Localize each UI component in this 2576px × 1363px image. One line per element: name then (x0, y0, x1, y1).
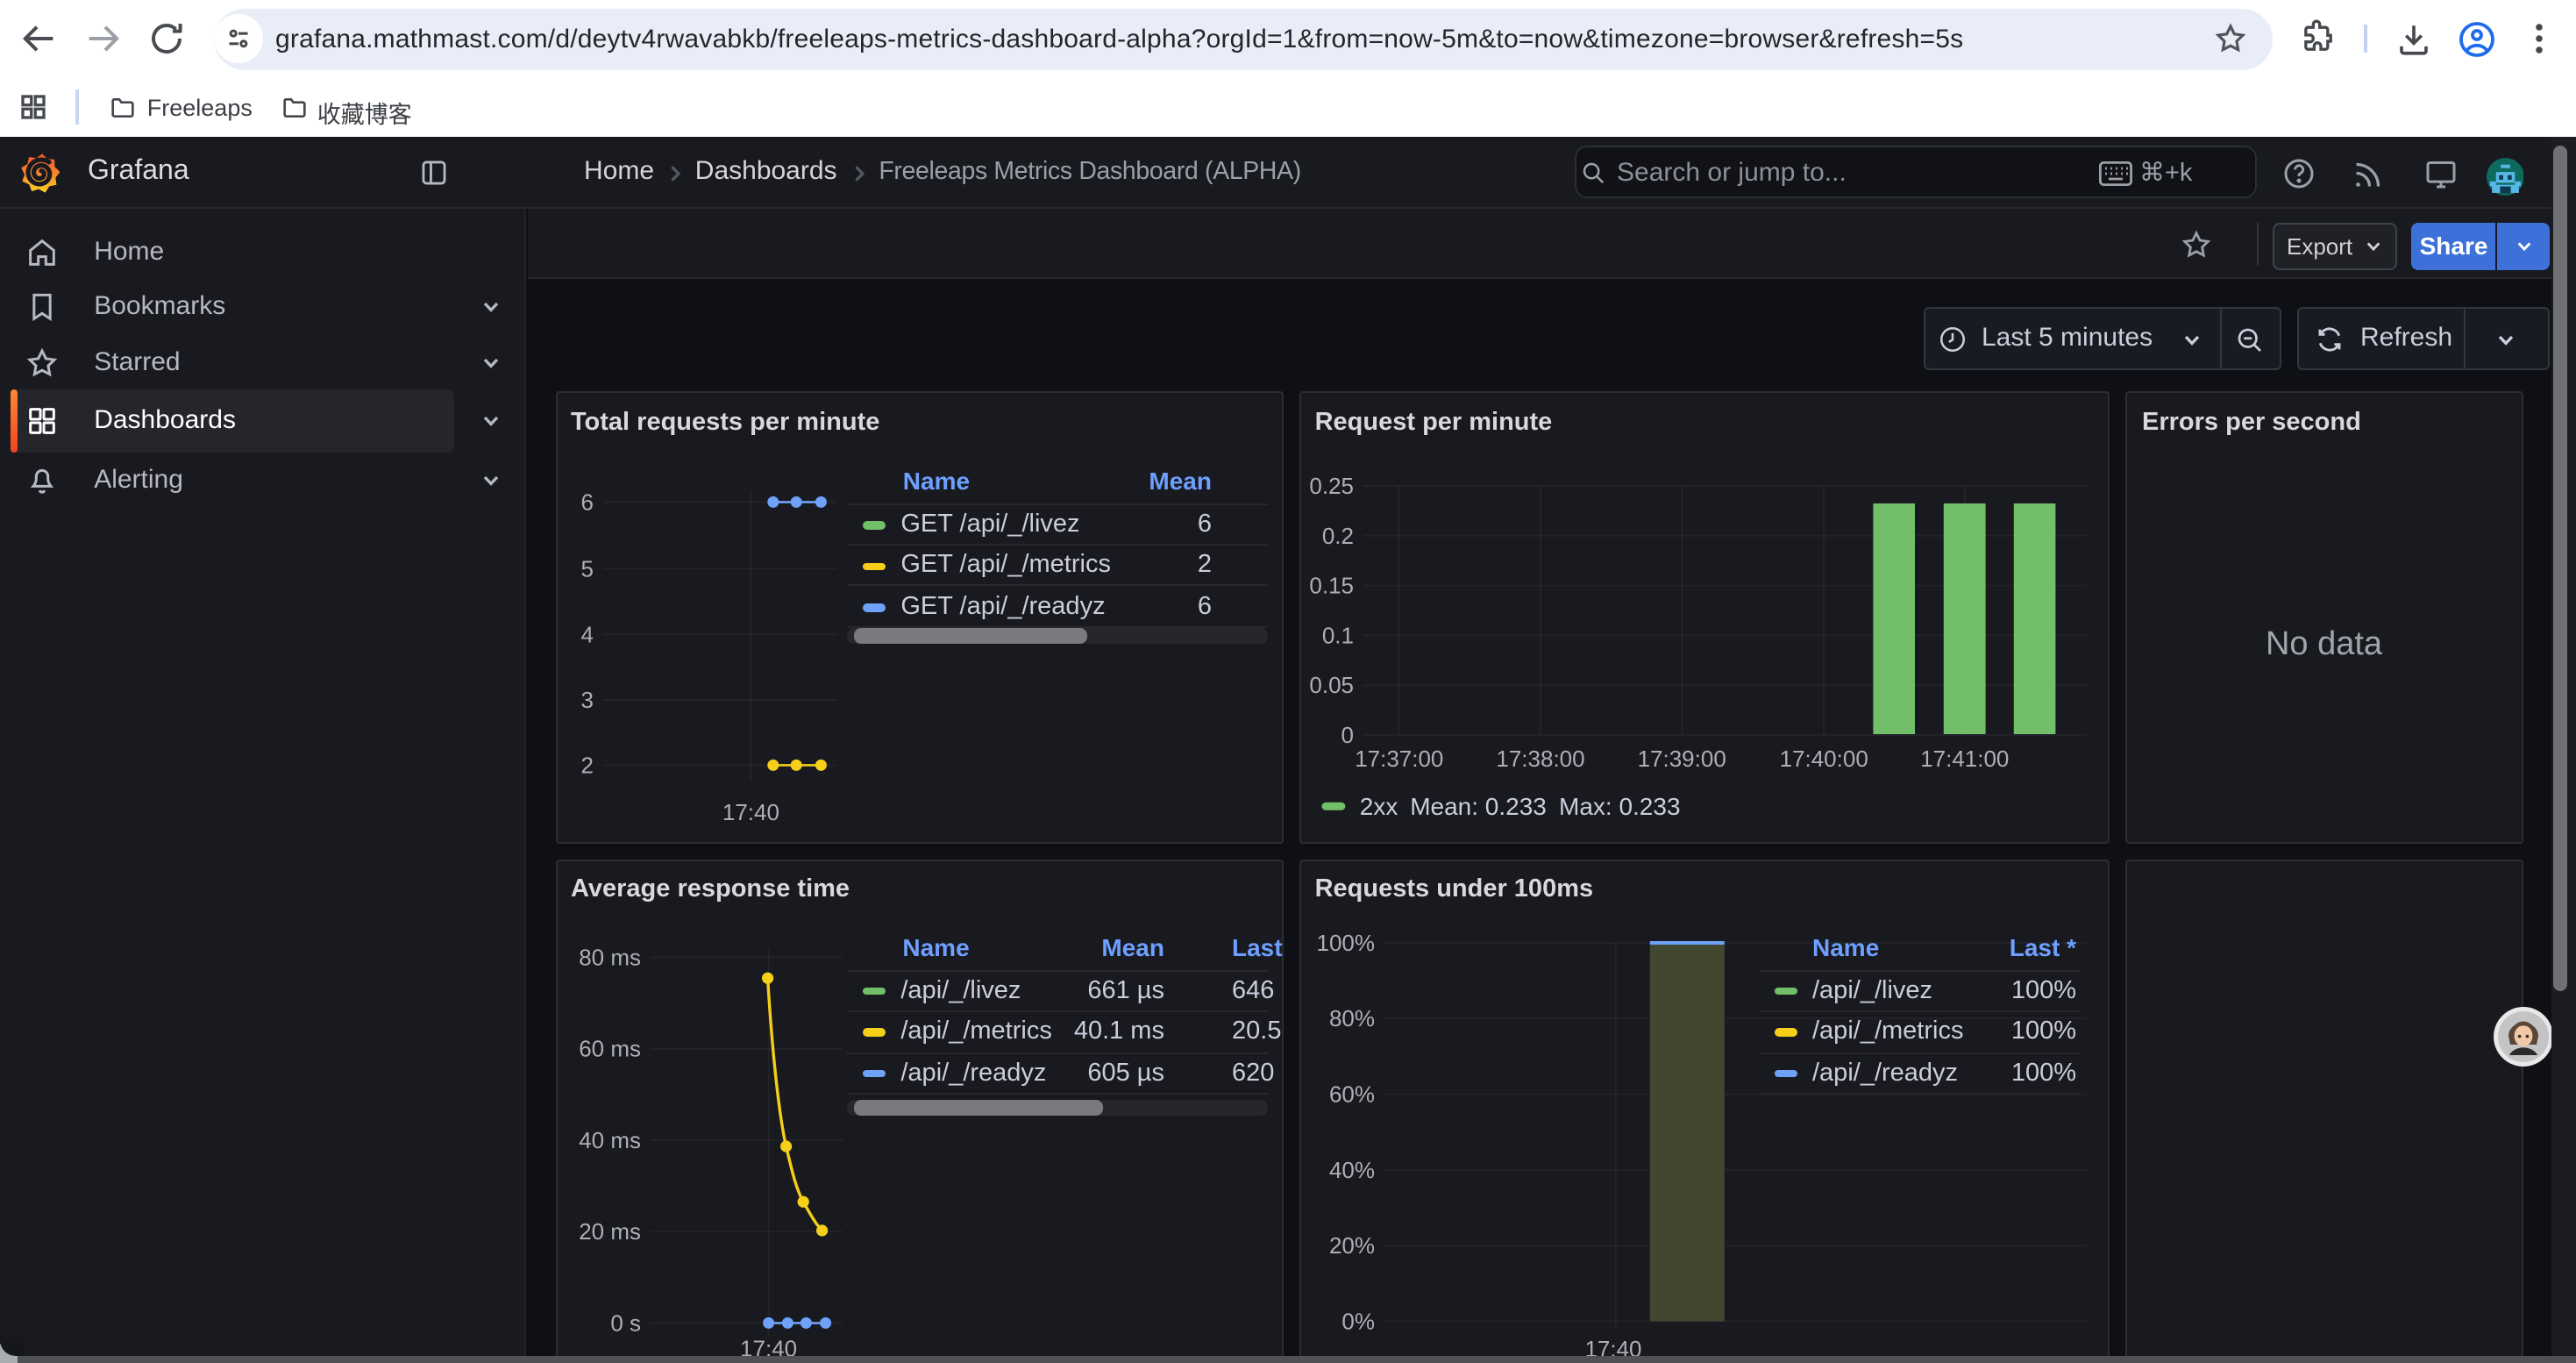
svg-text:17:37:00: 17:37:00 (1355, 746, 1443, 772)
svg-text:4: 4 (580, 621, 593, 647)
svg-text:17:40:00: 17:40:00 (1780, 746, 1868, 772)
svg-text:5: 5 (580, 555, 593, 582)
svg-text:Mean: 0.233: Mean: 0.233 (1410, 793, 1547, 820)
svg-text:0.1: 0.1 (1322, 622, 1354, 648)
svg-text:2: 2 (580, 752, 593, 778)
svg-text:6: 6 (580, 489, 593, 515)
svg-text:0.25: 0.25 (1309, 473, 1354, 499)
svg-text:17:41:00: 17:41:00 (1920, 746, 2009, 772)
svg-text:0.2: 0.2 (1322, 523, 1354, 549)
svg-text:17:39:00: 17:39:00 (1638, 746, 1726, 772)
svg-text:0.15: 0.15 (1309, 573, 1354, 599)
svg-text:Max: 0.233: Max: 0.233 (1559, 793, 1681, 820)
svg-text:0: 0 (1341, 722, 1354, 748)
svg-text:3: 3 (580, 687, 593, 713)
svg-text:0.05: 0.05 (1309, 672, 1354, 698)
svg-text:2xx: 2xx (1360, 793, 1398, 820)
svg-text:17:40: 17:40 (722, 799, 779, 825)
svg-text:17:38:00: 17:38:00 (1496, 746, 1584, 772)
